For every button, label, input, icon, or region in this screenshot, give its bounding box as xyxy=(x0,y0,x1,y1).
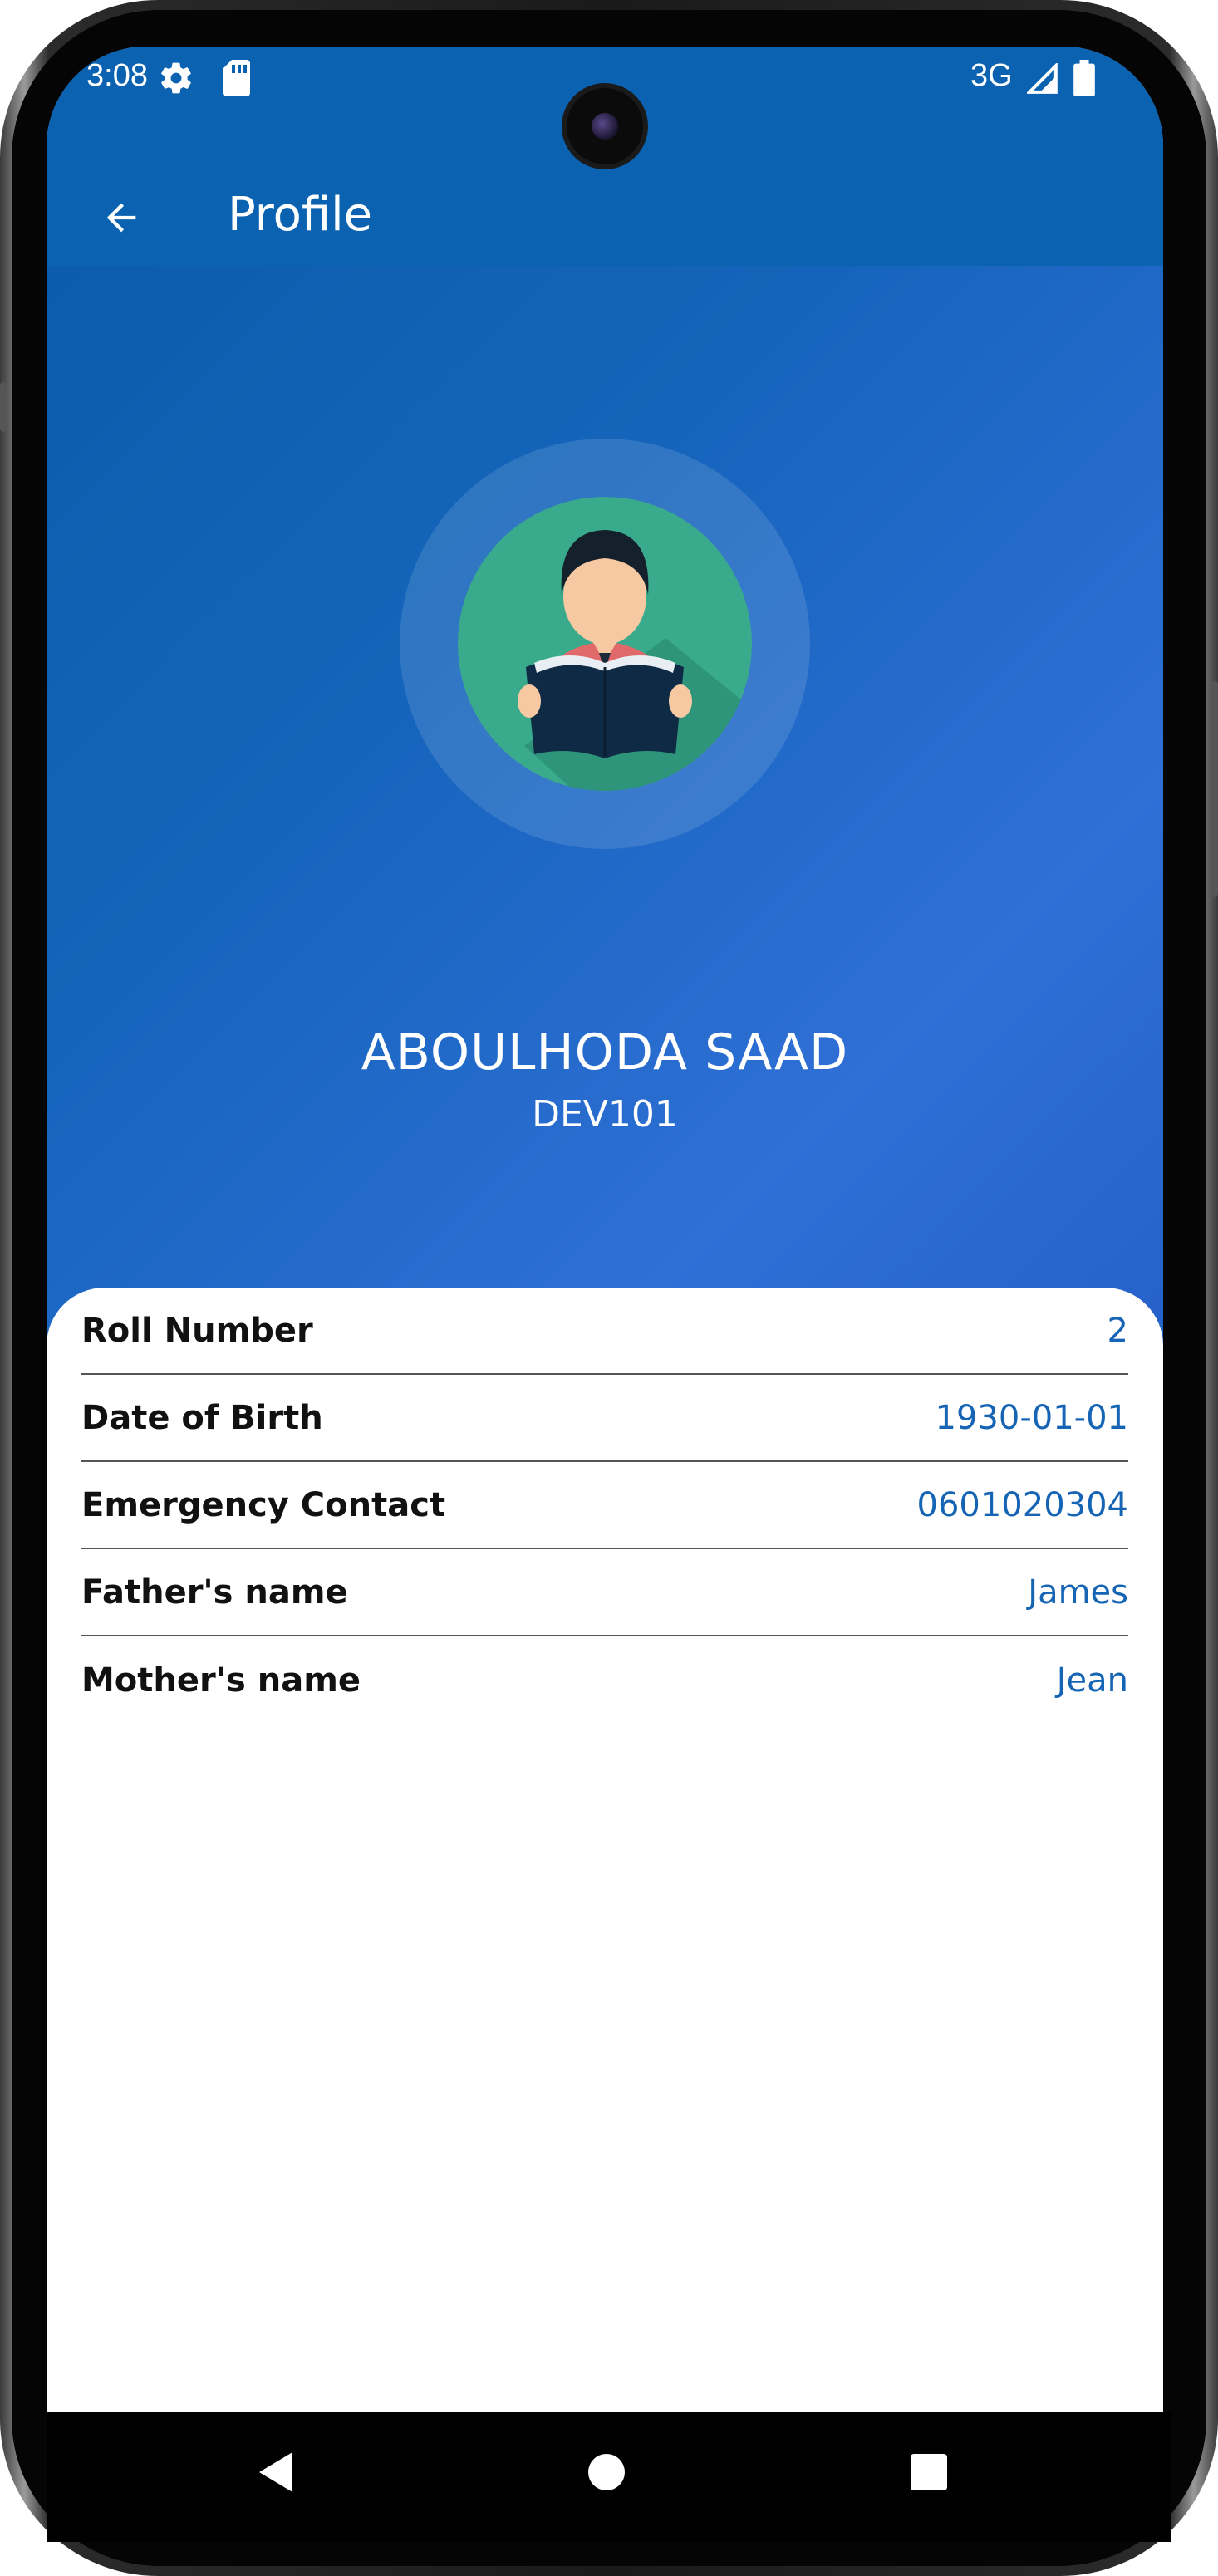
recents-nav-icon[interactable] xyxy=(909,2452,949,2492)
avatar[interactable] xyxy=(458,497,752,791)
detail-value[interactable]: 0601020304 xyxy=(917,1486,1129,1524)
detail-value: James xyxy=(1028,1573,1128,1612)
student-reading-icon xyxy=(458,497,752,791)
home-nav-icon[interactable] xyxy=(587,2452,626,2492)
detail-row-emergency-contact: Emergency Contact 0601020304 xyxy=(81,1462,1128,1549)
volume-button xyxy=(1211,681,1218,897)
arrow-back-icon xyxy=(106,203,136,233)
detail-row-date-of-birth: Date of Birth 1930-01-01 xyxy=(81,1375,1128,1462)
front-camera xyxy=(567,88,643,164)
status-network: 3G xyxy=(970,58,1013,93)
system-navigation-bar xyxy=(47,2412,1171,2542)
screen: 3:08 3G Profile ABOULHODA SAAD DEV101 Ro… xyxy=(47,47,1163,2412)
back-button[interactable] xyxy=(86,183,156,253)
signal-icon xyxy=(1027,63,1058,94)
detail-label: Date of Birth xyxy=(81,1398,323,1437)
detail-value: Jean xyxy=(1056,1661,1128,1700)
detail-value: 2 xyxy=(1107,1311,1128,1350)
detail-label: Emergency Contact xyxy=(81,1485,446,1524)
page-title: Profile xyxy=(228,188,373,242)
gear-icon xyxy=(161,62,191,94)
detail-label: Roll Number xyxy=(81,1311,313,1350)
detail-row-mothers-name: Mother's name Jean xyxy=(81,1636,1128,1724)
detail-row-fathers-name: Father's name James xyxy=(81,1549,1128,1636)
detail-value: 1930-01-01 xyxy=(935,1398,1128,1437)
battery-icon xyxy=(1073,60,1095,96)
status-time: 3:08 xyxy=(86,58,148,93)
side-button xyxy=(0,382,7,432)
detail-label: Father's name xyxy=(81,1573,348,1612)
back-nav-icon[interactable] xyxy=(256,2449,296,2495)
student-code: DEV101 xyxy=(532,1093,678,1136)
detail-label: Mother's name xyxy=(81,1661,361,1700)
phone-frame: 3:08 3G Profile ABOULHODA SAAD DEV101 Ro… xyxy=(0,0,1218,2576)
sd-card-icon xyxy=(223,60,250,96)
details-card: Roll Number 2 Date of Birth 1930-01-01 E… xyxy=(47,1288,1163,2412)
detail-row-roll-number: Roll Number 2 xyxy=(81,1288,1128,1375)
student-name: ABOULHODA SAAD xyxy=(361,1023,849,1082)
